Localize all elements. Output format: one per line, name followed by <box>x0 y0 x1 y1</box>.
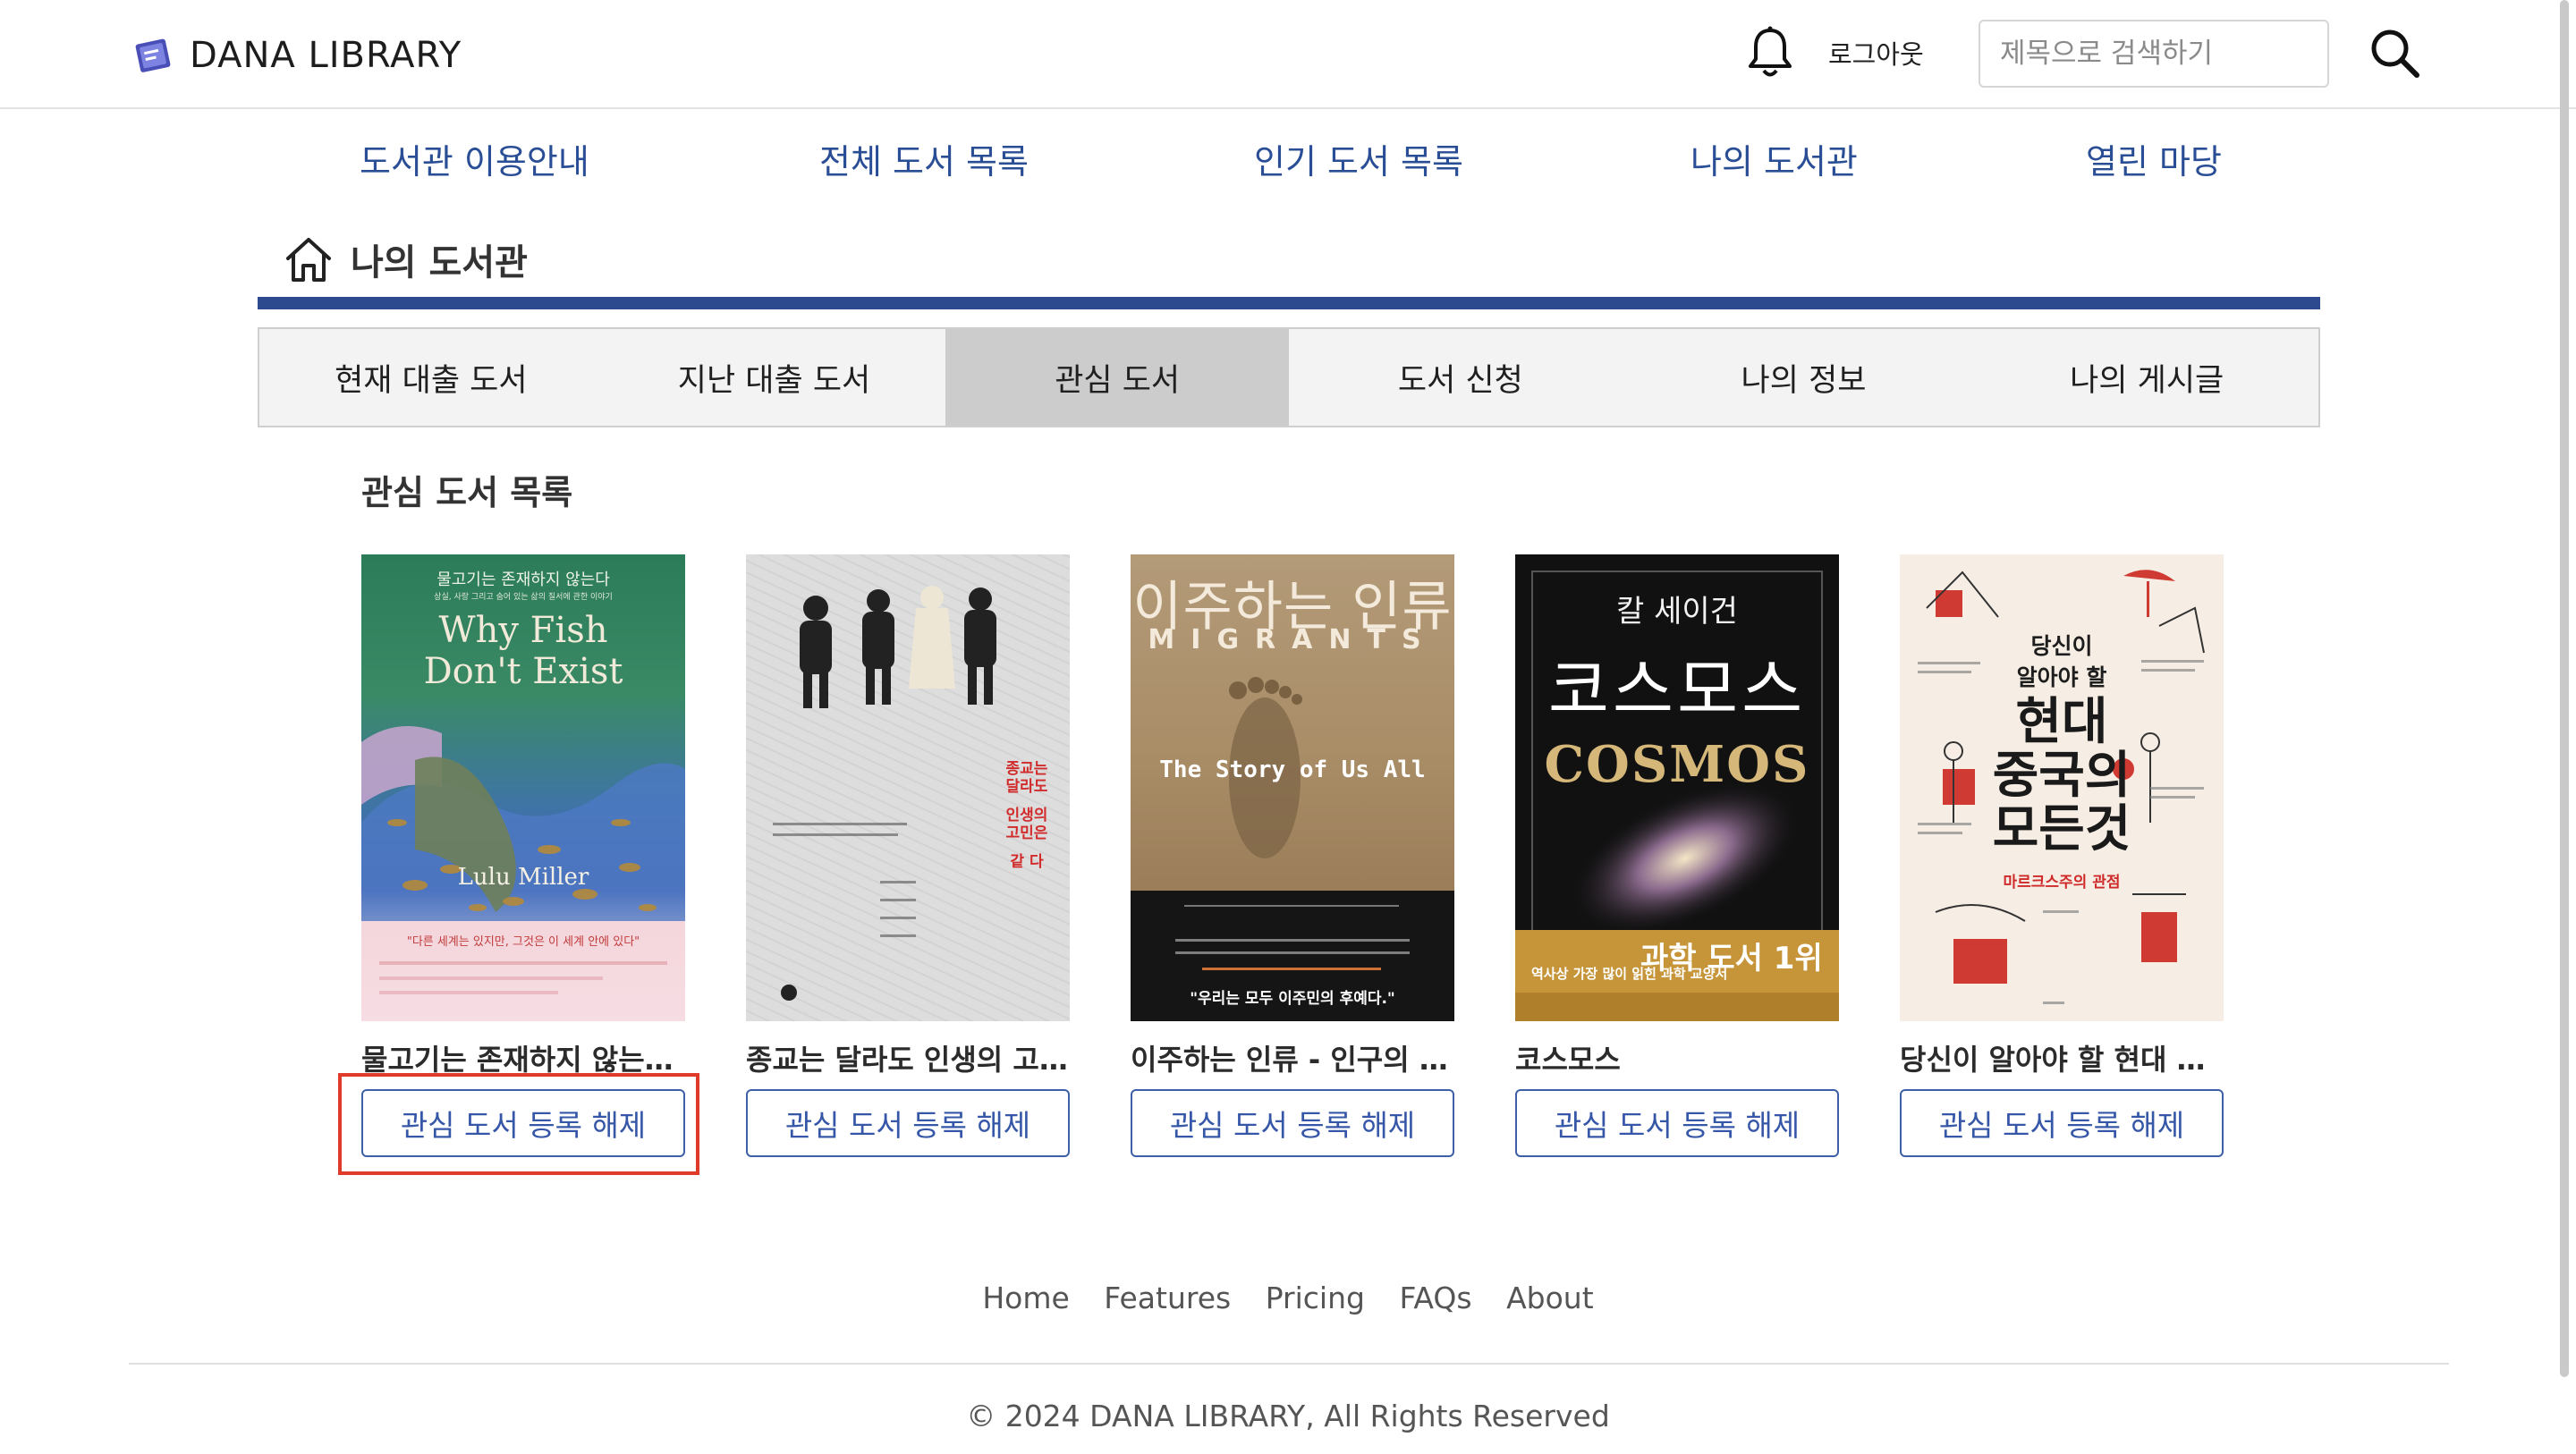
library-tabs: 현재 대출 도서 지난 대출 도서 관심 도서 도서 신청 나의 정보 나의 게… <box>258 327 2320 427</box>
page-title-text: 나의 도서관 <box>351 242 528 283</box>
bell-icon[interactable] <box>1746 25 1794 80</box>
book-cover[interactable]: 칼 세이건 코스모스 COSMOS 과학 도서 1위 역사상 가장 많이 읽힌 … <box>1515 554 1839 1021</box>
logout-link[interactable]: 로그아웃 <box>1828 34 1924 72</box>
unregister-favorite-button[interactable]: 관심 도서 등록 해제 <box>746 1089 1070 1157</box>
cover-quote: "우리는 모두 이주민의 후예다." <box>1190 990 1395 1008</box>
cover-top-line: 물고기는 존재하지 않는다 <box>436 571 610 589</box>
site-header: DANA LIBRARY 로그아웃 <box>0 0 2576 109</box>
cover-rule <box>379 961 667 965</box>
footer-divider <box>129 1363 2449 1365</box>
footer-link-features[interactable]: Features <box>1104 1281 1231 1315</box>
tab-current-loans[interactable]: 현재 대출 도서 <box>259 329 603 426</box>
tab-my-posts[interactable]: 나의 게시글 <box>1975 329 2318 426</box>
cover-banner-small: 역사상 가장 많이 읽힌 과학 교양서 <box>1531 966 1728 982</box>
cover-red-line-5: 같 다 <box>1010 853 1044 871</box>
cover-en-title: COSMOS <box>1544 735 1810 794</box>
scrollbar[interactable] <box>2560 0 2569 1377</box>
logo-text: DANA LIBRARY <box>190 35 462 76</box>
book-logo-icon <box>135 38 171 72</box>
nav-all-books[interactable]: 전체 도서 목록 <box>819 134 1029 183</box>
cover-red-line-4: 고민은 <box>1005 824 1048 842</box>
footer-link-faqs[interactable]: FAQs <box>1399 1281 1471 1315</box>
cover-sub-line: 상실, 사랑 그리고 숨어 있는 삶의 질서에 관한 이야기 <box>434 593 613 602</box>
book-card: 물고기는 존재하지 않는다 상실, 사랑 그리고 숨어 있는 삶의 질서에 관한… <box>361 554 685 1157</box>
favorites-list-title: 관심 도서 목록 <box>361 473 573 512</box>
cover-author: 칼 세이건 <box>1616 594 1738 630</box>
book-card: 당신이 알아야 할 현대 중국의 모든것 마르크스주의 관점 당신이 알아야 할… <box>1900 554 2224 1157</box>
cover-red-title: 종교는 달라도 인생의 고민은 같 다 <box>991 760 1063 871</box>
footer-link-home[interactable]: Home <box>982 1281 1069 1315</box>
unregister-favorite-button[interactable]: 관심 도서 등록 해제 <box>1900 1089 2224 1157</box>
cover-red-line-1: 종교는 <box>1005 760 1048 778</box>
tab-past-loans[interactable]: 지난 대출 도서 <box>603 329 946 426</box>
copyright-text: © 2024 DANA LIBRARY, All Rights Reserved <box>966 1399 1610 1433</box>
search-icon[interactable] <box>2367 25 2422 80</box>
cover-red-line-3: 인생의 <box>1005 807 1048 824</box>
book-card: 칼 세이건 코스모스 COSMOS 과학 도서 1위 역사상 가장 많이 읽힌 … <box>1515 554 1839 1157</box>
book-cover[interactable]: 당신이 알아야 할 현대 중국의 모든것 마르크스주의 관점 <box>1900 554 2224 1021</box>
book-title[interactable]: 종교는 달라도 인생의 고… <box>746 1037 1070 1078</box>
cover-rule <box>379 991 558 994</box>
cover-tagline: The Story of Us All <box>1159 757 1426 783</box>
title-divider <box>258 297 2320 309</box>
cover-quote: "다른 세계는 있지만, 그것은 이 세계 안에 있다" <box>406 935 640 949</box>
logo[interactable]: DANA LIBRARY <box>131 29 462 82</box>
footer-link-pricing[interactable]: Pricing <box>1266 1281 1365 1315</box>
cover-red-line-2: 달라도 <box>1005 778 1048 796</box>
cover-en-title-1: Why Fish <box>438 610 608 651</box>
cover-big-1: 현대 <box>2015 693 2108 751</box>
cover-red-sub: 마르크스주의 관점 <box>2003 874 2121 892</box>
cover-kr-title: 코스모스 <box>1547 652 1807 729</box>
unregister-favorite-button[interactable]: 관심 도서 등록 해제 <box>1515 1089 1839 1157</box>
book-title[interactable]: 코스모스 <box>1515 1037 1839 1078</box>
cover-big-2: 중국의 <box>1992 747 2131 805</box>
book-cover[interactable]: 이주하는 인류 MIGRANTS The Story of Us All "우리… <box>1131 554 1454 1021</box>
highlight-box <box>338 1073 699 1175</box>
search-input[interactable] <box>1979 20 2329 88</box>
tab-favorite-books[interactable]: 관심 도서 <box>945 329 1290 426</box>
footer-links: Home Features Pricing FAQs About <box>0 1281 2576 1315</box>
book-card: 종교는 달라도 인생의 고민은 같 다 종교는 달라도 인생의 고… 관심 도서… <box>746 554 1070 1157</box>
cover-en-title-2: Don't Exist <box>423 651 623 692</box>
home-icon <box>286 238 331 282</box>
cover-rule <box>379 976 603 980</box>
unregister-favorite-button[interactable]: 관심 도서 등록 해제 <box>1131 1089 1454 1157</box>
cover-big-3: 모든것 <box>1992 800 2131 858</box>
tab-my-info[interactable]: 나의 정보 <box>1632 329 1976 426</box>
book-card: 이주하는 인류 MIGRANTS The Story of Us All "우리… <box>1131 554 1454 1157</box>
tab-book-request[interactable]: 도서 신청 <box>1289 329 1632 426</box>
cover-author: Lulu Miller <box>457 864 589 891</box>
book-cover[interactable]: 종교는 달라도 인생의 고민은 같 다 <box>746 554 1070 1021</box>
book-title[interactable]: 당신이 알아야 할 현대 … <box>1900 1037 2224 1078</box>
nav-my-library[interactable]: 나의 도서관 <box>1690 134 1858 183</box>
nav-popular-books[interactable]: 인기 도서 목록 <box>1254 134 1463 183</box>
cover-line-2: 알아야 할 <box>2016 664 2107 690</box>
main-nav: 도서관 이용안내 전체 도서 목록 인기 도서 목록 나의 도서관 열린 마당 <box>0 134 2576 188</box>
nav-open-forum[interactable]: 열린 마당 <box>2086 134 2222 183</box>
cover-en-title: MIGRANTS <box>1148 624 1437 655</box>
book-cover[interactable]: 물고기는 존재하지 않는다 상실, 사랑 그리고 숨어 있는 삶의 질서에 관한… <box>361 554 685 1021</box>
page-title: 나의 도서관 <box>283 231 528 288</box>
footer-link-about[interactable]: About <box>1506 1281 1594 1315</box>
nav-guide[interactable]: 도서관 이용안내 <box>360 134 589 183</box>
book-title[interactable]: 이주하는 인류 - 인구의 … <box>1131 1037 1454 1078</box>
cover-line-1: 당신이 <box>2030 633 2093 659</box>
